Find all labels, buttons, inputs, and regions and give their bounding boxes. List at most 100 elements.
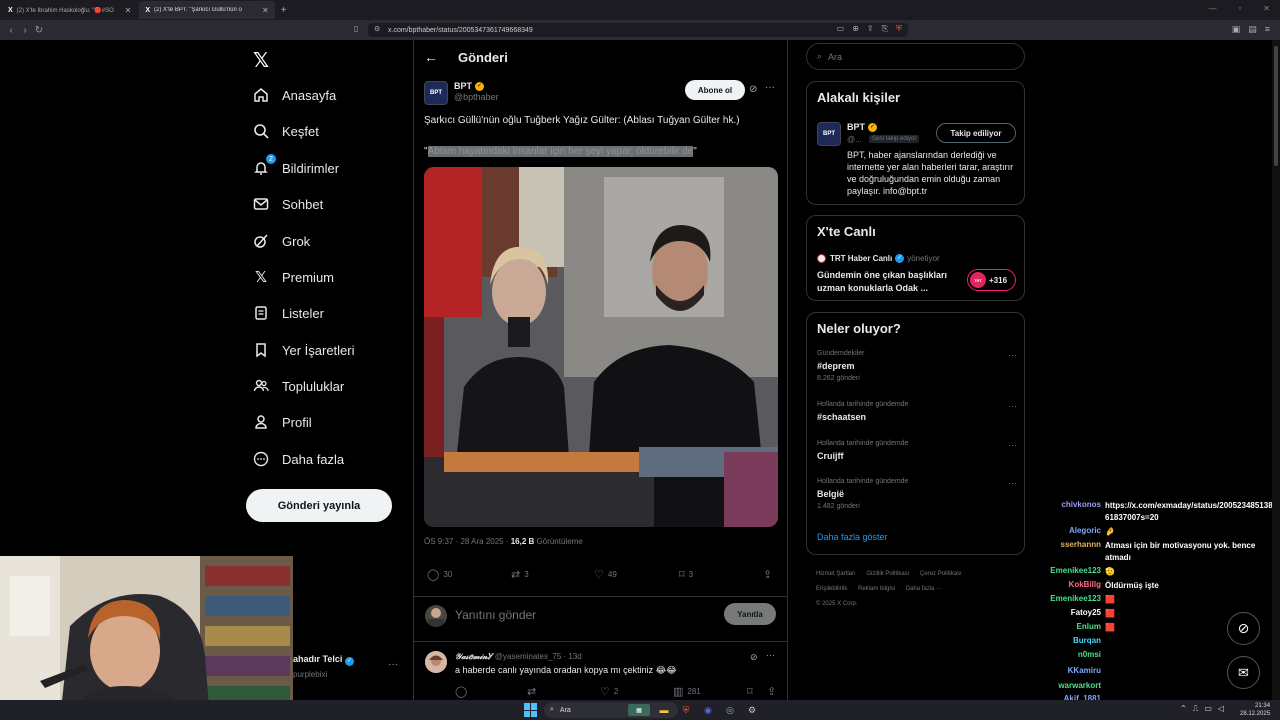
- footer-link[interactable]: Çerez Politikası: [920, 571, 962, 577]
- grok-fab-button[interactable]: ⊘: [1227, 612, 1260, 645]
- more-options-icon[interactable]: ···: [1008, 401, 1017, 411]
- subscribe-button[interactable]: Abone ol: [685, 80, 745, 100]
- nav-item-notifications[interactable]: 2 Bildirimler: [252, 154, 339, 181]
- messages-fab-button[interactable]: ✉: [1227, 656, 1260, 689]
- microphone-icon[interactable]: ⎍: [1193, 704, 1199, 714]
- display-icon[interactable]: ▭: [837, 24, 845, 34]
- reload-icon[interactable]: ↻: [32, 25, 46, 36]
- scrollbar-thumb[interactable]: [1274, 46, 1278, 166]
- nav-item-premium[interactable]: 𝕏 Premium: [252, 264, 334, 290]
- live-listeners[interactable]: TRT +316: [967, 269, 1016, 291]
- x-logo-icon[interactable]: 𝕏: [253, 48, 269, 73]
- more-options-icon[interactable]: ···: [766, 650, 775, 660]
- nav-item-bookmarks[interactable]: Yer İşaretleri: [252, 337, 355, 363]
- bookmark-action[interactable]: ⌑: [747, 685, 753, 698]
- nav-item-grok[interactable]: Grok: [252, 228, 310, 254]
- sidebar-icon[interactable]: ▣: [1232, 24, 1241, 35]
- site-info-icon[interactable]: ⚙: [374, 25, 380, 33]
- post-author[interactable]: BPT BPT ✓ @bpthaber: [424, 81, 499, 105]
- following-button[interactable]: Takip ediliyor: [936, 123, 1016, 143]
- nav-item-communities[interactable]: Topluluklar: [252, 373, 344, 399]
- more-options-icon[interactable]: ···: [1008, 478, 1017, 488]
- repost-action[interactable]: ⇄ 3: [511, 568, 529, 581]
- volume-icon[interactable]: ◁: [1218, 704, 1224, 714]
- share-action[interactable]: ⇪: [763, 568, 772, 581]
- close-tab-icon[interactable]: ✕: [125, 6, 132, 15]
- back-arrow-icon[interactable]: ←: [424, 49, 438, 65]
- close-tab-icon[interactable]: ✕: [262, 6, 269, 15]
- forward-icon[interactable]: ›: [18, 25, 32, 36]
- maximize-icon[interactable]: ▫: [1238, 4, 1241, 13]
- menu-icon[interactable]: ≡: [1265, 24, 1270, 35]
- steam-icon[interactable]: ◎: [724, 704, 736, 716]
- share-icon[interactable]: ⇪: [867, 24, 874, 34]
- avatar[interactable]: BPT: [424, 81, 448, 105]
- reply-item[interactable]: 𝒴𝒶𝓈𝑒𝓂𝒾𝓃Ꭹ @yaseminates_75 · 13d ⊘ ··· a h…: [414, 643, 787, 700]
- footer-link[interactable]: Gizlilik Politikası: [866, 571, 909, 577]
- more-options-icon[interactable]: ···: [1008, 440, 1017, 450]
- avatar[interactable]: BPT: [817, 122, 841, 146]
- browser-tab-active[interactable]: X (2) X'te BPT: "Şarkıcı Güllü'nün o ✕: [139, 1, 275, 19]
- nav-item-more[interactable]: Daha fazla: [252, 446, 344, 472]
- avatar[interactable]: [425, 605, 447, 627]
- more-options-icon[interactable]: ···: [388, 659, 398, 670]
- like-action[interactable]: ♡ 49: [594, 568, 617, 581]
- trend-item[interactable]: Gündemdekiler #deprem 8.262 gönderi ···: [817, 350, 1017, 396]
- search-input[interactable]: ⌕ Ara: [806, 43, 1025, 70]
- post-image[interactable]: [424, 167, 778, 527]
- reply-input[interactable]: Yanıtını gönder: [455, 608, 536, 622]
- more-options-icon[interactable]: ···: [765, 82, 775, 93]
- who-to-follow-name[interactable]: ahadır Telci ✓: [293, 654, 354, 666]
- repost-action[interactable]: ⇄: [527, 685, 540, 698]
- footer-link[interactable]: Daha fazla ···: [906, 586, 942, 592]
- grok-icon[interactable]: ⊘: [749, 84, 757, 95]
- url-field[interactable]: ⚙ x.com/bpthaber/status/2005347361749668…: [368, 23, 908, 37]
- footer-link[interactable]: Reklam bilgisi: [858, 586, 895, 592]
- discord-icon[interactable]: ◉: [702, 704, 714, 716]
- browser-tab[interactable]: X (2) X'te İbrahim Haskoloğlu: "🔴#SO ✕: [2, 1, 137, 19]
- network-icon[interactable]: ▭: [1204, 704, 1212, 714]
- widget-icon[interactable]: ▦: [628, 704, 650, 716]
- app-icon[interactable]: ⚙: [746, 704, 758, 716]
- bookmark-action[interactable]: ⌑ 3: [679, 568, 693, 581]
- reply-action[interactable]: ◯: [455, 685, 471, 698]
- reply-action[interactable]: ◯ 30: [427, 568, 452, 581]
- avatar[interactable]: [425, 651, 447, 673]
- related-name-row[interactable]: BPT ✓: [847, 122, 877, 132]
- show-more-link[interactable]: Daha fazla göster: [817, 532, 888, 542]
- nav-item-messages[interactable]: Sohbet: [252, 191, 323, 217]
- more-options-icon[interactable]: ···: [1008, 350, 1017, 360]
- tray-chevron-icon[interactable]: ⌃: [1180, 704, 1187, 714]
- bookmark-page-icon[interactable]: ▯: [354, 24, 358, 33]
- reply-author-name[interactable]: 𝒴𝒶𝓈𝑒𝓂𝒾𝓃Ꭹ: [455, 652, 493, 661]
- brave-browser-icon[interactable]: ⛨: [680, 704, 692, 716]
- brave-shield-icon[interactable]: ⛨: [896, 24, 902, 34]
- nav-item-lists[interactable]: Listeler: [252, 300, 324, 326]
- nav-item-home[interactable]: Anasayfa: [252, 82, 336, 108]
- close-window-icon[interactable]: ✕: [1263, 4, 1270, 13]
- post-time[interactable]: ÖS 9:37 · 28 Ara 2025 ·: [424, 537, 511, 546]
- author-name-row[interactable]: BPT ✓: [454, 81, 499, 91]
- nav-item-explore[interactable]: Keşfet: [252, 118, 319, 144]
- post-button[interactable]: Gönderi yayınla: [246, 489, 392, 522]
- clock[interactable]: 21:34 28.12.2025: [1240, 702, 1270, 718]
- grok-icon[interactable]: ⊘: [750, 652, 758, 663]
- windows-start-icon[interactable]: [524, 703, 538, 717]
- views-action[interactable]: ▥ 281: [673, 685, 701, 698]
- nav-item-profile[interactable]: Profil: [252, 409, 312, 435]
- extensions-icon[interactable]: ⎘: [882, 24, 888, 34]
- zoom-icon[interactable]: ⊕: [852, 24, 859, 34]
- new-tab-icon[interactable]: +: [281, 5, 287, 16]
- live-card[interactable]: X'te Canlı TRT Haber Canlı ✓ yönetiyor Gün…: [806, 215, 1025, 301]
- footer-link[interactable]: Hizmet Şartları: [816, 571, 856, 577]
- trend-item[interactable]: Hollanda tarihinde gündemde België 1.482…: [817, 478, 1017, 524]
- wallet-icon[interactable]: ▤: [1248, 24, 1257, 35]
- reply-handle[interactable]: @yaseminates_75 · 13d: [495, 652, 582, 661]
- like-action[interactable]: ♡ 2: [600, 685, 618, 698]
- file-explorer-icon[interactable]: ▬: [658, 704, 670, 716]
- back-icon[interactable]: ‹: [4, 25, 18, 36]
- footer-link[interactable]: Erişilebilirlik: [816, 586, 847, 592]
- minimize-icon[interactable]: —: [1208, 4, 1216, 13]
- reply-button[interactable]: Yanıtla: [724, 603, 776, 625]
- share-action[interactable]: ⇪: [767, 685, 776, 698]
